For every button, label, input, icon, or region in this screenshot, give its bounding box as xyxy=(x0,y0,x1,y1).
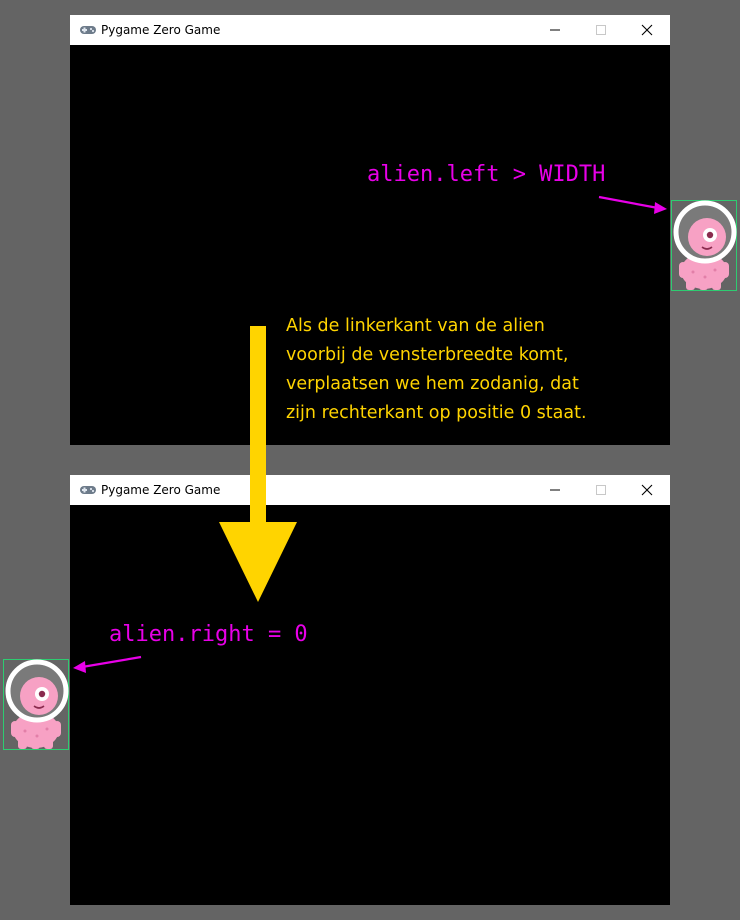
pointer-arrow-bottom xyxy=(73,655,142,673)
explanation-line: Als de linkerkant van de alien xyxy=(286,316,545,336)
alien-sprite xyxy=(671,200,737,291)
code-label-bottom: alien.right = 0 xyxy=(109,622,308,647)
code-label-top: alien.left > WIDTH xyxy=(367,162,606,187)
explanation-line: verplaatsen we hem zodanig, dat xyxy=(286,374,579,394)
explanation-line: voorbij de vensterbreedte komt, xyxy=(286,345,569,365)
pointer-arrow-top xyxy=(598,195,667,214)
explanation-text: Als de linkerkant van de alien voorbij d… xyxy=(286,312,626,428)
explanation-line: zijn rechterkant op positie 0 staat. xyxy=(286,403,587,423)
arrows-overlay xyxy=(73,195,667,673)
alien-sprite xyxy=(3,659,69,750)
